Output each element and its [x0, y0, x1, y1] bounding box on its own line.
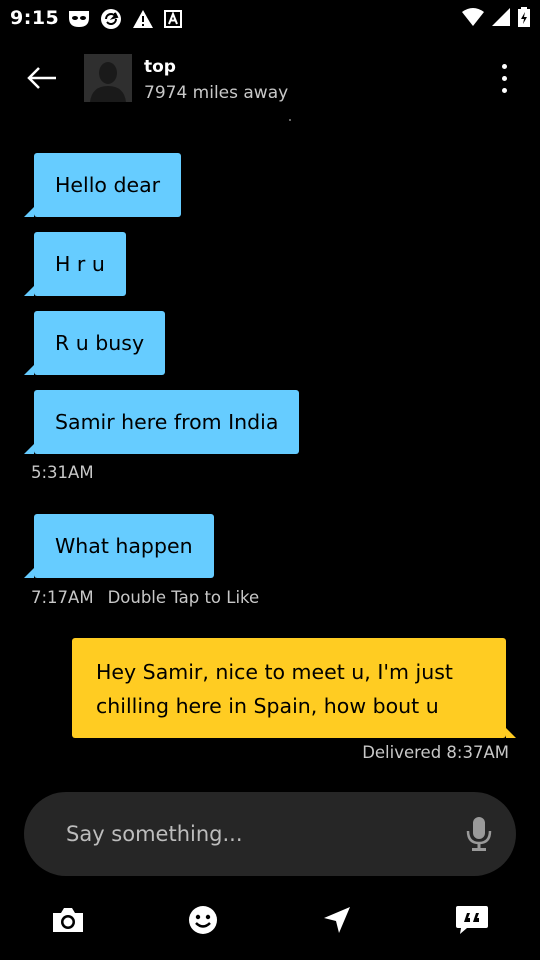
status-bar: 9:15 [0, 0, 540, 36]
profile-name[interactable]: top [144, 57, 176, 77]
quick-reply-icon [456, 906, 488, 934]
delivery-status: Delivered 8:37AM [362, 743, 509, 762]
message-bubble-outgoing[interactable]: Hey Samir, nice to meet u, I'm just chil… [72, 638, 516, 738]
arrow-left-icon [27, 67, 56, 89]
notification-icons [68, 8, 182, 34]
message-meta: 7:17AM Double Tap to Like [31, 588, 259, 607]
message-text: Samir here from India [55, 410, 279, 434]
message-text: Hello dear [55, 173, 161, 197]
bubble-tail [24, 444, 34, 454]
default-avatar-icon [84, 54, 132, 102]
divider-mark [289, 119, 291, 121]
camera-button[interactable] [48, 900, 88, 940]
emoji-icon [189, 906, 217, 934]
overflow-menu-button[interactable] [490, 60, 518, 96]
emoji-button[interactable] [183, 900, 223, 940]
battery-icon [518, 7, 530, 31]
warning-icon [132, 9, 154, 33]
back-button[interactable] [22, 60, 62, 96]
bubble-tail [24, 286, 34, 296]
system-icons [462, 7, 530, 31]
profile-distance: 7974 miles away [144, 83, 289, 103]
send-location-button[interactable] [317, 900, 357, 940]
message-bubble-incoming[interactable]: Hello dear [24, 153, 182, 217]
bubble-tail [24, 568, 34, 578]
message-bubble-incoming[interactable]: Samir here from India [24, 390, 300, 454]
message-input[interactable] [66, 818, 446, 850]
message-text: H r u [55, 252, 105, 276]
message-bubble-incoming[interactable]: What happen [24, 514, 214, 578]
message-bubble-incoming[interactable]: H r u [24, 232, 126, 296]
chat-toolbar [0, 890, 540, 950]
chat-header: top 7974 miles away [0, 40, 540, 120]
signal-icon [492, 8, 510, 30]
app-mask-icon [68, 10, 90, 32]
location-arrow-icon [324, 907, 350, 933]
message-text: What happen [55, 534, 193, 558]
dot-icon [501, 63, 507, 69]
dot-icon [501, 75, 507, 81]
bubble-tail [24, 365, 34, 375]
status-time: 9:15 [10, 7, 60, 29]
a-box-icon [164, 10, 182, 32]
double-tap-hint: Double Tap to Like [107, 588, 260, 607]
avatar[interactable] [84, 54, 132, 102]
message-text-line: chilling here in Spain, how bout u [96, 694, 439, 718]
message-composer [24, 792, 516, 876]
sync-icon [100, 8, 122, 34]
camera-icon [53, 908, 83, 932]
message-bubble-incoming[interactable]: R u busy [24, 311, 166, 375]
message-text: R u busy [55, 331, 145, 355]
microphone-icon [466, 817, 492, 851]
voice-message-button[interactable] [466, 816, 492, 852]
wifi-icon [462, 8, 484, 30]
bubble-tail [506, 728, 516, 738]
bubble-tail [24, 207, 34, 217]
message-timestamp: 5:31AM [31, 463, 94, 482]
quick-reply-button[interactable] [452, 900, 492, 940]
dot-icon [501, 87, 507, 93]
message-timestamp: 7:17AM [31, 588, 94, 607]
message-text-line: Hey Samir, nice to meet u, I'm just [96, 660, 453, 684]
